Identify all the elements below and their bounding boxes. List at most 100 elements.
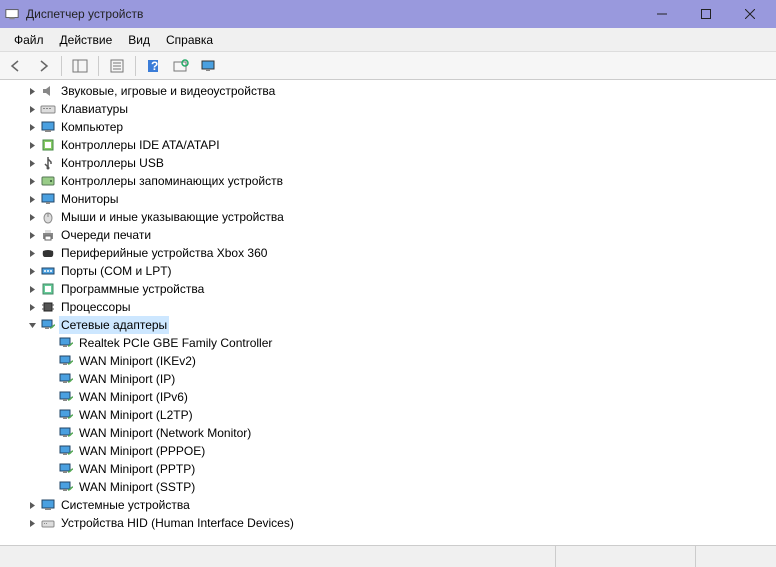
tree-node[interactable]: Сетевые адаптеры bbox=[0, 316, 776, 334]
chevron-right-icon[interactable] bbox=[26, 229, 38, 241]
chevron-right-icon[interactable] bbox=[26, 499, 38, 511]
tree-node[interactable]: Звуковые, игровые и видеоустройства bbox=[0, 82, 776, 100]
status-pane-right bbox=[696, 546, 776, 567]
expander-none bbox=[44, 445, 56, 457]
tree-node[interactable]: Мониторы bbox=[0, 190, 776, 208]
tree-node[interactable]: Программные устройства bbox=[0, 280, 776, 298]
network-icon bbox=[58, 335, 74, 351]
chevron-right-icon[interactable] bbox=[26, 157, 38, 169]
tree-node-label[interactable]: Контроллеры USB bbox=[59, 154, 166, 172]
tree-node[interactable]: Контроллеры запоминающих устройств bbox=[0, 172, 776, 190]
tree-node[interactable]: WAN Miniport (IP) bbox=[0, 370, 776, 388]
tree-node[interactable]: Realtek PCIe GBE Family Controller bbox=[0, 334, 776, 352]
tree-node[interactable]: Компьютер bbox=[0, 118, 776, 136]
tree-node[interactable]: WAN Miniport (SSTP) bbox=[0, 478, 776, 496]
chevron-down-icon[interactable] bbox=[26, 319, 38, 331]
tree-node-label[interactable]: Мыши и иные указывающие устройства bbox=[59, 208, 286, 226]
network-icon bbox=[40, 317, 56, 333]
tree-node[interactable]: Мыши и иные указывающие устройства bbox=[0, 208, 776, 226]
tree-node-label[interactable]: Сетевые адаптеры bbox=[59, 316, 169, 334]
tree-node-label[interactable]: Контроллеры запоминающих устройств bbox=[59, 172, 285, 190]
tree-node-label[interactable]: WAN Miniport (IP) bbox=[77, 370, 177, 388]
expander-none bbox=[44, 409, 56, 421]
tree-node-label[interactable]: Компьютер bbox=[59, 118, 125, 136]
toolbar-separator bbox=[135, 56, 136, 76]
help-button[interactable]: ? bbox=[142, 55, 166, 77]
tree-node-label[interactable]: Звуковые, игровые и видеоустройства bbox=[59, 82, 277, 100]
chevron-right-icon[interactable] bbox=[26, 103, 38, 115]
tree-node-label[interactable]: Порты (COM и LPT) bbox=[59, 262, 174, 280]
tree-node[interactable]: Порты (COM и LPT) bbox=[0, 262, 776, 280]
show-hide-tree-button[interactable] bbox=[68, 55, 92, 77]
network-icon bbox=[58, 425, 74, 441]
tree-node-label[interactable]: Устройства HID (Human Interface Devices) bbox=[59, 514, 296, 532]
tree-node-label[interactable]: Периферийные устройства Xbox 360 bbox=[59, 244, 269, 262]
menu-action[interactable]: Действие bbox=[52, 30, 121, 50]
menu-help[interactable]: Справка bbox=[158, 30, 221, 50]
maximize-button[interactable] bbox=[684, 0, 728, 28]
toolbar-separator bbox=[98, 56, 99, 76]
tree-node-label[interactable]: WAN Miniport (IPv6) bbox=[77, 388, 190, 406]
tree-node[interactable]: Системные устройства bbox=[0, 496, 776, 514]
tree-node-label[interactable]: WAN Miniport (SSTP) bbox=[77, 478, 197, 496]
tree-node[interactable]: WAN Miniport (IPv6) bbox=[0, 388, 776, 406]
chevron-right-icon[interactable] bbox=[26, 211, 38, 223]
chevron-right-icon[interactable] bbox=[26, 283, 38, 295]
tree-node[interactable]: Процессоры bbox=[0, 298, 776, 316]
back-button[interactable] bbox=[4, 55, 28, 77]
chevron-right-icon[interactable] bbox=[26, 85, 38, 97]
tree-node[interactable]: WAN Miniport (PPPOE) bbox=[0, 442, 776, 460]
tree-node[interactable]: Очереди печати bbox=[0, 226, 776, 244]
tree-node[interactable]: Устройства HID (Human Interface Devices) bbox=[0, 514, 776, 532]
system-icon bbox=[40, 497, 56, 513]
chevron-right-icon[interactable] bbox=[26, 301, 38, 313]
tree-node-label[interactable]: WAN Miniport (L2TP) bbox=[77, 406, 195, 424]
status-pane-mid bbox=[556, 546, 696, 567]
menu-file[interactable]: Файл bbox=[6, 30, 52, 50]
tree-node[interactable]: WAN Miniport (PPTP) bbox=[0, 460, 776, 478]
chevron-right-icon[interactable] bbox=[26, 247, 38, 259]
printer-icon bbox=[40, 227, 56, 243]
chevron-right-icon[interactable] bbox=[26, 193, 38, 205]
chevron-right-icon[interactable] bbox=[26, 175, 38, 187]
chevron-right-icon[interactable] bbox=[26, 517, 38, 529]
tree-node[interactable]: WAN Miniport (L2TP) bbox=[0, 406, 776, 424]
port-icon bbox=[40, 263, 56, 279]
chevron-right-icon[interactable] bbox=[26, 265, 38, 277]
titlebar[interactable]: Диспетчер устройств bbox=[0, 0, 776, 28]
monitor-button[interactable] bbox=[196, 55, 220, 77]
status-pane-left bbox=[0, 546, 556, 567]
tree-node[interactable]: WAN Miniport (IKEv2) bbox=[0, 352, 776, 370]
tree-node[interactable]: Клавиатуры bbox=[0, 100, 776, 118]
tree-node-label[interactable]: Программные устройства bbox=[59, 280, 206, 298]
tree-node[interactable]: Контроллеры USB bbox=[0, 154, 776, 172]
tree-node[interactable]: WAN Miniport (Network Monitor) bbox=[0, 424, 776, 442]
tree-node-label[interactable]: Клавиатуры bbox=[59, 100, 130, 118]
tree-node-label[interactable]: WAN Miniport (PPPOE) bbox=[77, 442, 207, 460]
chevron-right-icon[interactable] bbox=[26, 139, 38, 151]
mouse-icon bbox=[40, 209, 56, 225]
tree-node-label[interactable]: Realtek PCIe GBE Family Controller bbox=[77, 334, 274, 352]
tree-node[interactable]: Контроллеры IDE ATA/ATAPI bbox=[0, 136, 776, 154]
tree-node-label[interactable]: Контроллеры IDE ATA/ATAPI bbox=[59, 136, 222, 154]
expander-none bbox=[44, 337, 56, 349]
tree-node-label[interactable]: Процессоры bbox=[59, 298, 133, 316]
tree-node-label[interactable]: Системные устройства bbox=[59, 496, 192, 514]
tree-node[interactable]: Периферийные устройства Xbox 360 bbox=[0, 244, 776, 262]
menu-view[interactable]: Вид bbox=[120, 30, 158, 50]
forward-button[interactable] bbox=[31, 55, 55, 77]
tree-node-label[interactable]: WAN Miniport (IKEv2) bbox=[77, 352, 198, 370]
tree-node-label[interactable]: WAN Miniport (PPTP) bbox=[77, 460, 197, 478]
minimize-button[interactable] bbox=[640, 0, 684, 28]
close-button[interactable] bbox=[728, 0, 772, 28]
statusbar bbox=[0, 545, 776, 567]
tree-node-label[interactable]: Очереди печати bbox=[59, 226, 153, 244]
expander-none bbox=[44, 481, 56, 493]
network-icon bbox=[58, 371, 74, 387]
scan-hardware-button[interactable] bbox=[169, 55, 193, 77]
properties-button[interactable] bbox=[105, 55, 129, 77]
chevron-right-icon[interactable] bbox=[26, 121, 38, 133]
tree-node-label[interactable]: WAN Miniport (Network Monitor) bbox=[77, 424, 253, 442]
device-tree[interactable]: Звуковые, игровые и видеоустройстваКлави… bbox=[0, 80, 776, 545]
tree-node-label[interactable]: Мониторы bbox=[59, 190, 120, 208]
